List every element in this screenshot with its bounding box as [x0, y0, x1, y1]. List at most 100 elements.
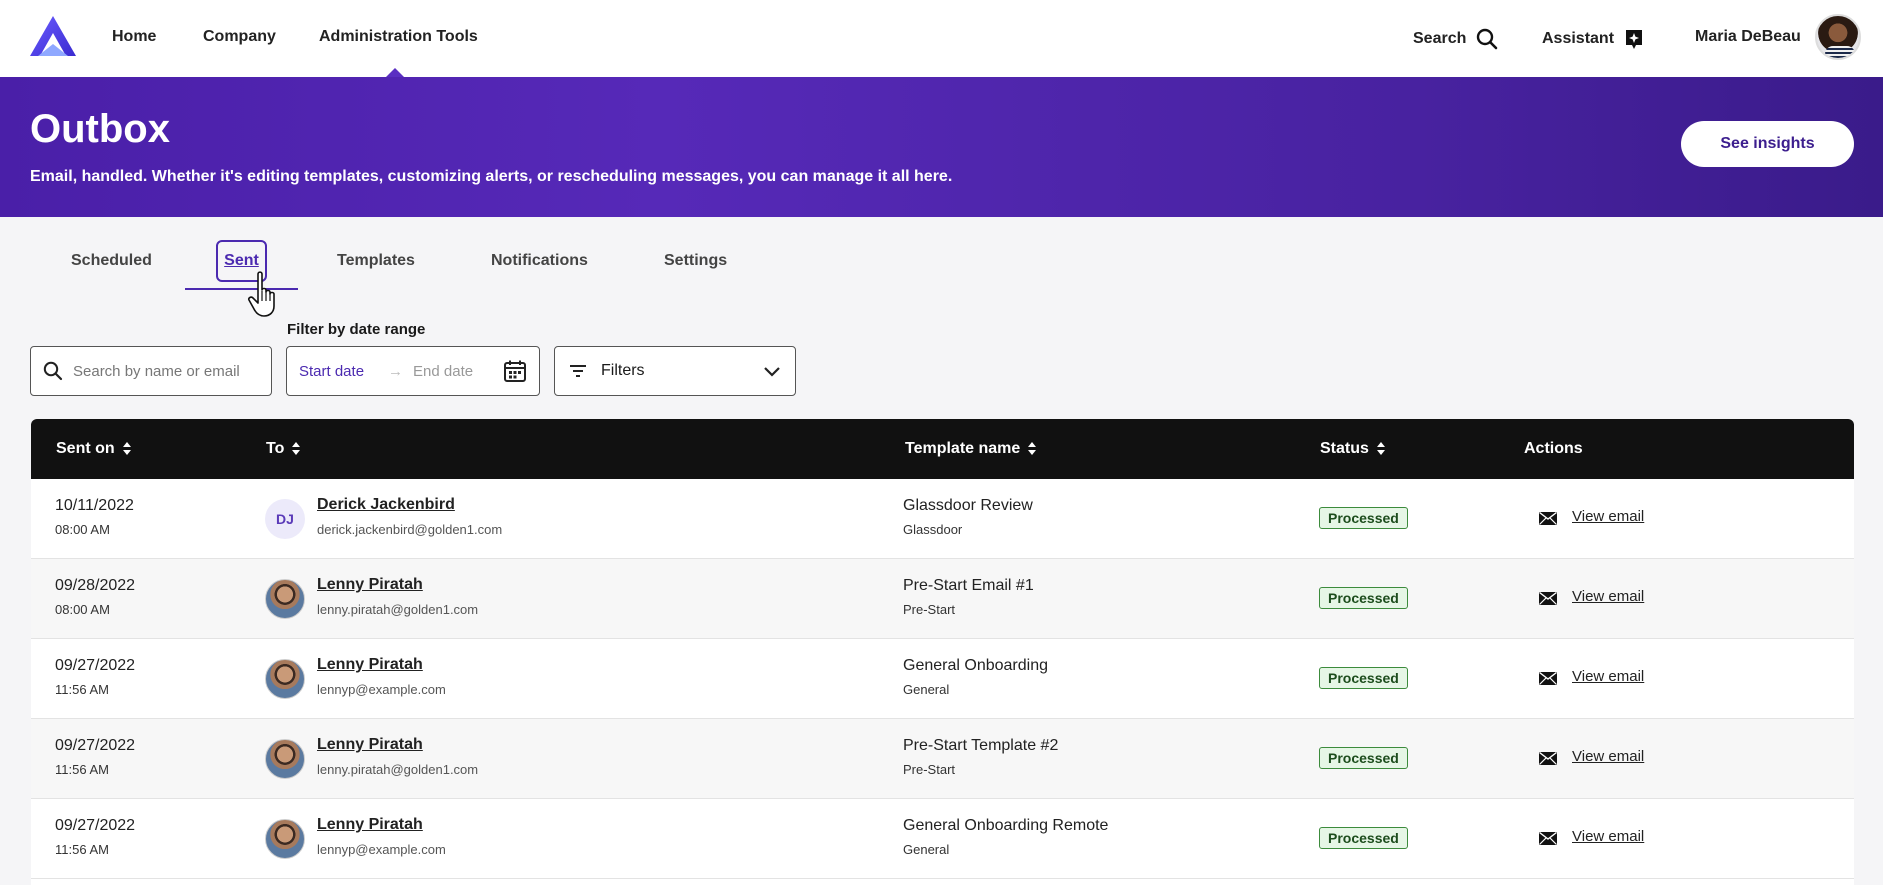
view-email-link[interactable]: View email — [1572, 828, 1644, 845]
search-icon — [43, 361, 63, 381]
table-row: 09/27/2022 11:56 AM Lenny Piratah lenny.… — [31, 719, 1854, 799]
recipient-name-link[interactable]: Lenny Piratah — [317, 736, 423, 754]
date-range-picker[interactable]: Start date → End date — [286, 346, 540, 396]
sent-time: 11:56 AM — [55, 682, 109, 697]
table-header: Sent on To Template name Status Actions — [31, 419, 1854, 479]
recipient-email: lennyp@example.com — [317, 682, 446, 697]
template-group: Pre-Start — [903, 762, 956, 777]
sort-sent-on-header[interactable]: Sent on — [56, 440, 131, 458]
recipient-avatar: DJ — [265, 499, 305, 539]
assistant-button[interactable]: Assistant — [1542, 28, 1644, 50]
assistant-label: Assistant — [1542, 30, 1615, 47]
sort-icon — [1376, 442, 1385, 456]
header-actions-label: Actions — [1524, 440, 1583, 457]
search-field[interactable] — [30, 346, 272, 396]
sent-on-cell: 09/27/2022 11:56 AM — [31, 799, 256, 878]
nav-home-link[interactable]: Home — [112, 28, 156, 46]
chevron-down-icon — [764, 367, 780, 377]
view-email-link[interactable]: View email — [1572, 748, 1644, 765]
sent-date: 09/27/2022 — [55, 737, 136, 754]
table-row: 09/27/2022 11:56 AM Lenny Piratah lennyp… — [31, 799, 1854, 879]
recipient-name-link[interactable]: Lenny Piratah — [317, 656, 423, 674]
recipient-name-link[interactable]: Derick Jackenbird — [317, 496, 455, 514]
header-sent-on: Sent on — [56, 440, 115, 457]
date-range-arrow-icon: → — [388, 362, 404, 380]
tab-scheduled[interactable]: Scheduled — [71, 252, 152, 270]
user-avatar[interactable] — [1815, 14, 1861, 60]
recipient-email: derick.jackenbird@golden1.com — [317, 522, 503, 537]
sort-icon — [1028, 442, 1037, 456]
template-name: Pre-Start Template #2 — [903, 737, 1059, 754]
sort-status-header[interactable]: Status — [1320, 440, 1385, 458]
view-email-link[interactable]: View email — [1572, 588, 1644, 605]
user-name[interactable]: Maria DeBeau — [1695, 28, 1801, 46]
assistant-sparkle-icon — [1626, 30, 1643, 49]
header-actions: Actions — [1524, 440, 1583, 458]
end-date-input[interactable]: End date — [413, 363, 473, 380]
tab-sent-label: Sent — [224, 252, 259, 269]
sort-to-header[interactable]: To — [266, 440, 301, 458]
sent-time: 08:00 AM — [55, 602, 110, 617]
tab-settings[interactable]: Settings — [664, 252, 727, 270]
header-status: Status — [1320, 440, 1369, 457]
table-row: 09/27/2022 11:56 AM Lenny Piratah lennyp… — [31, 639, 1854, 719]
envelope-icon — [1539, 672, 1557, 685]
top-navigation: Home Company Administration Tools Search… — [0, 0, 1883, 77]
sent-on-cell: 10/11/2022 08:00 AM — [31, 479, 256, 558]
status-badge: Processed — [1319, 587, 1408, 609]
recipient-name-link[interactable]: Lenny Piratah — [317, 816, 423, 834]
sent-date: 09/27/2022 — [55, 657, 136, 674]
template-group: General — [903, 682, 950, 697]
tab-templates[interactable]: Templates — [337, 252, 415, 270]
active-nav-indicator — [386, 68, 404, 77]
header-to: To — [266, 440, 285, 457]
sent-date: 10/11/2022 — [55, 497, 134, 514]
filters-dropdown[interactable]: Filters — [554, 346, 796, 396]
template-name: Glassdoor Review — [903, 497, 1033, 514]
search-input[interactable] — [73, 362, 253, 380]
recipient-name-link[interactable]: Lenny Piratah — [317, 576, 423, 594]
see-insights-button[interactable]: See insights — [1681, 121, 1854, 167]
template-name: Pre-Start Email #1 — [903, 577, 1034, 594]
sent-date: 09/27/2022 — [55, 817, 136, 834]
nav-company-link[interactable]: Company — [203, 28, 276, 46]
sent-date: 09/28/2022 — [55, 577, 136, 594]
status-badge: Processed — [1319, 827, 1408, 849]
view-email-link[interactable]: View email — [1572, 508, 1644, 525]
sent-time: 11:56 AM — [55, 842, 109, 857]
recipient-avatar — [265, 659, 305, 699]
sent-on-cell: 09/27/2022 11:56 AM — [31, 719, 256, 798]
table-row: 09/28/2022 08:00 AM Lenny Piratah lenny.… — [31, 559, 1854, 639]
search-label: Search — [1413, 30, 1467, 47]
search-icon — [1477, 28, 1498, 50]
template-group: Pre-Start — [903, 602, 956, 617]
view-email-link[interactable]: View email — [1572, 668, 1644, 685]
header-template-name: Template name — [905, 440, 1021, 457]
filter-lines-icon — [570, 365, 586, 377]
nav-administration-tools-link[interactable]: Administration Tools — [319, 28, 478, 46]
company-logo-icon[interactable] — [28, 14, 78, 58]
pointer-hand-cursor-icon — [248, 271, 275, 317]
status-badge: Processed — [1319, 747, 1408, 769]
page-subtitle: Email, handled. Whether it's editing tem… — [30, 168, 953, 185]
calendar-icon[interactable] — [503, 359, 527, 383]
table-row: 10/11/2022 08:00 AM DJ Derick Jackenbird… — [31, 479, 1854, 559]
sent-emails-table: Sent on To Template name Status Actions … — [31, 419, 1854, 885]
sent-time: 08:00 AM — [55, 522, 110, 537]
start-date-input[interactable]: Start date — [299, 363, 364, 380]
filters-label: Filters — [601, 362, 645, 379]
envelope-icon — [1539, 832, 1557, 845]
envelope-icon — [1539, 592, 1557, 605]
page-title: Outbox — [30, 107, 170, 151]
date-range-label: Filter by date range — [287, 321, 426, 338]
tab-notifications[interactable]: Notifications — [491, 252, 588, 270]
search-button[interactable]: Search — [1413, 28, 1498, 50]
template-group: Glassdoor — [903, 522, 963, 537]
sort-icon — [122, 442, 131, 456]
recipient-email: lenny.piratah@golden1.com — [317, 602, 479, 617]
sort-template-name-header[interactable]: Template name — [905, 440, 1037, 458]
recipient-avatar — [265, 819, 305, 859]
recipient-email: lenny.piratah@golden1.com — [317, 762, 479, 777]
recipient-avatar — [265, 739, 305, 779]
status-badge: Processed — [1319, 507, 1408, 529]
